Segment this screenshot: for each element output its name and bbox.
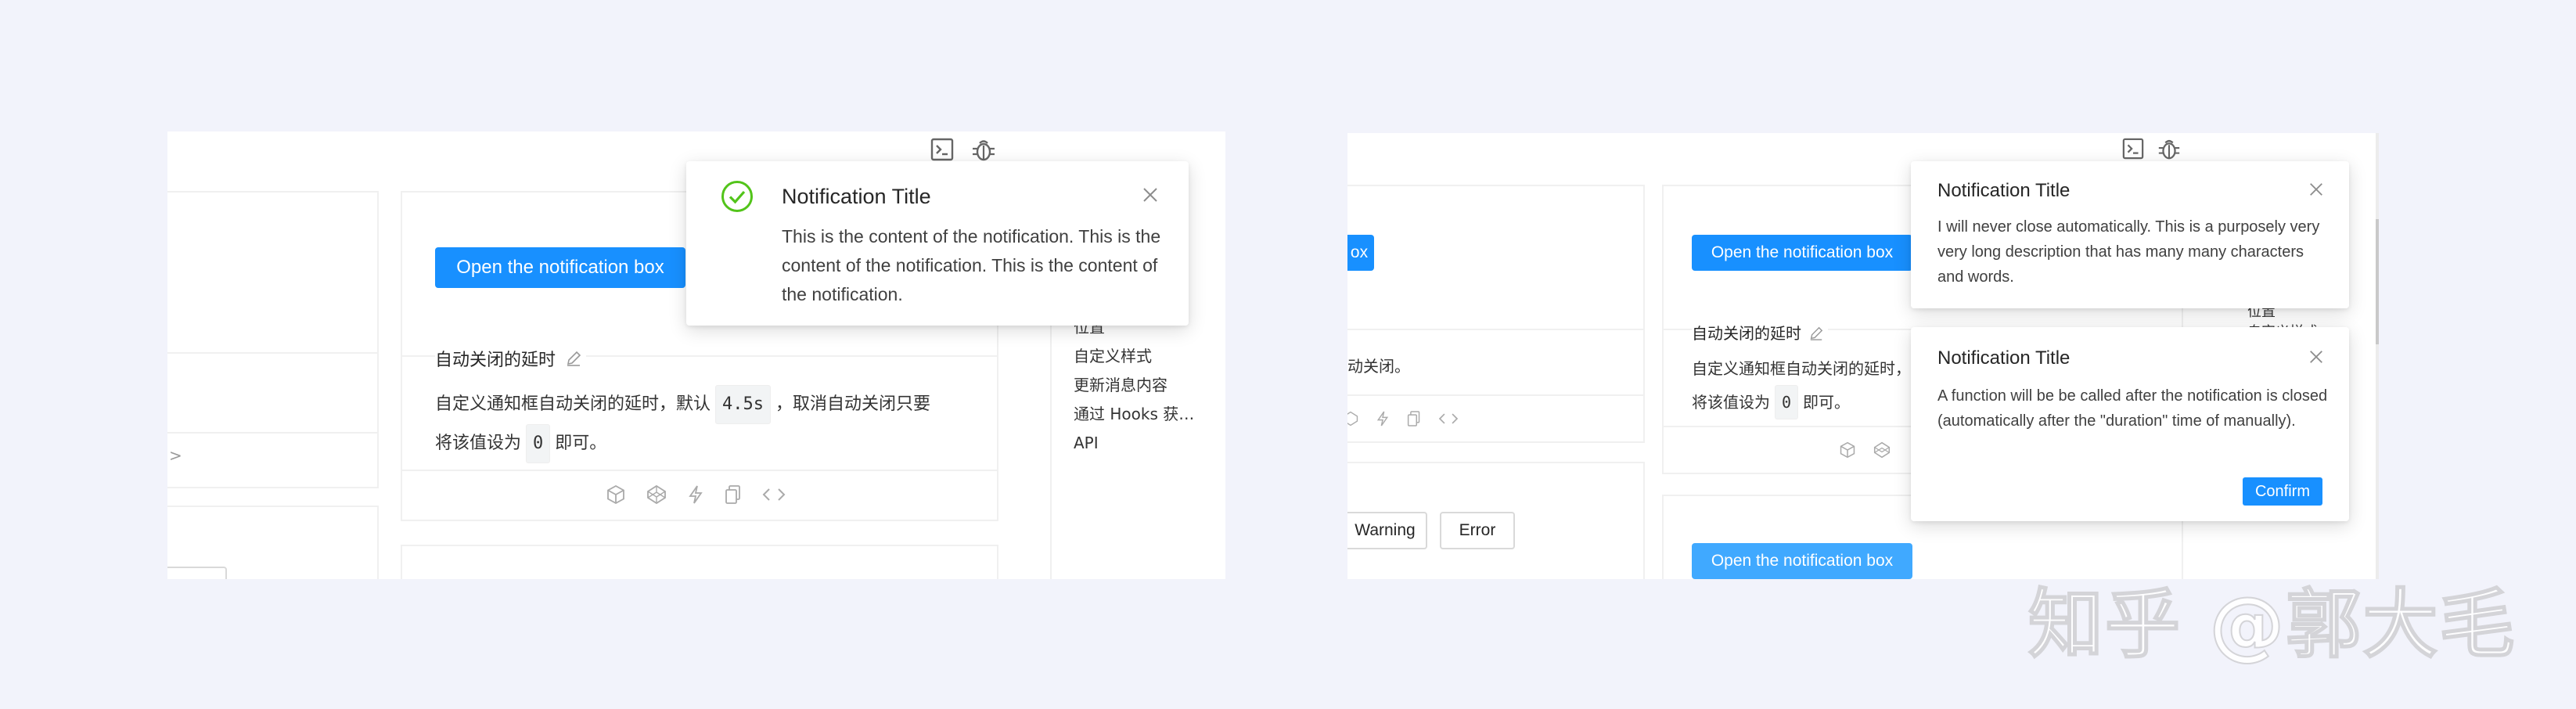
notification-description: I will never close automatically. This i… [1937, 218, 2320, 286]
watermark: 知乎 @郭大毛 [2027, 580, 2517, 669]
notification-title: Notification Title [782, 185, 931, 208]
warning-button[interactable]: Warning [1347, 512, 1427, 549]
partial-open-button[interactable]: ox [1347, 235, 1374, 271]
success-notification: Notification Title This is the content o… [686, 161, 1189, 326]
codepen-icon[interactable] [1873, 441, 1891, 459]
scrollbar[interactable] [2376, 133, 2379, 579]
code-toolbar [1347, 410, 1459, 427]
close-icon[interactable] [2308, 182, 2324, 201]
terminal-icon[interactable] [2122, 138, 2144, 164]
left-desc-tail: 动关闭。 [1347, 357, 1410, 376]
code-toolbar [606, 484, 786, 505]
code-zero: 0 [526, 424, 551, 463]
close-icon[interactable] [2308, 349, 2324, 369]
notification-title: Notification Title [1937, 180, 2071, 201]
thunderbolt-icon[interactable] [1376, 410, 1390, 427]
copy-icon[interactable] [725, 484, 742, 505]
codesandbox-icon[interactable] [606, 484, 626, 505]
code-zero: 0 [1775, 385, 1799, 419]
anchor-item-api[interactable]: API [1074, 429, 1194, 458]
expand-chevron-icon[interactable]: > [169, 446, 182, 465]
error-button[interactable]: Error [1440, 512, 1515, 549]
anchor-item-update-content[interactable]: 更新消息内容 [1074, 371, 1194, 400]
copy-icon[interactable] [1407, 410, 1421, 427]
codesandbox-icon[interactable] [1839, 441, 1856, 459]
code-duration: 4.5s [715, 385, 771, 424]
section-description: 自定义通知框自动关闭的延时，默认 4.5s ，取消自动关闭只要 将该值设为 0 即可。 [435, 385, 930, 463]
open-notification-button[interactable]: Open the notification box [1692, 235, 1912, 271]
codepen-icon[interactable] [646, 484, 667, 505]
anchor-item-custom-style[interactable]: 自定义样式 [1074, 342, 1194, 371]
next-demo-card [401, 545, 998, 579]
code-expand-icon[interactable] [762, 484, 786, 505]
notification-description: This is the content of the notification.… [782, 226, 1161, 304]
close-icon[interactable] [1142, 186, 1159, 207]
anchor-nav: 位置 自定义样式 更新消息内容 通过 Hooks 获… API [1074, 313, 1194, 458]
scrollbar-thumb[interactable] [2376, 219, 2379, 344]
codepen-icon[interactable] [1347, 411, 1358, 426]
notification-description: A function will be be called after the n… [1937, 387, 2328, 430]
callback-notification: Notification Title A function will be be… [1911, 327, 2349, 521]
edit-icon[interactable] [566, 351, 581, 371]
anchor-item-hooks[interactable]: 通过 Hooks 获… [1074, 400, 1194, 429]
edit-icon[interactable] [1809, 326, 1823, 344]
check-circle-icon [721, 180, 754, 217]
left-example-card [167, 191, 379, 488]
notification-title: Notification Title [1937, 347, 2071, 369]
code-expand-icon[interactable] [1438, 410, 1459, 427]
open-notification-button[interactable]: Open the notification box [435, 247, 685, 288]
thunderbolt-icon[interactable] [687, 484, 704, 505]
section-title: 自动关闭的延时 [1692, 324, 1801, 343]
section-description: 自定义通知框自动关闭的延时， 将该值设为 0 即可。 [1692, 352, 1911, 419]
section-title: 自动关闭的延时 [435, 351, 556, 370]
confirm-button[interactable]: Confirm [2243, 477, 2322, 506]
code-toolbar-partial [1839, 441, 1891, 459]
open-notification-button-2[interactable]: Open the notification box [1692, 543, 1912, 579]
right-left-card [1347, 185, 1645, 443]
persistent-notification: Notification Title I will never close au… [1911, 161, 2349, 308]
